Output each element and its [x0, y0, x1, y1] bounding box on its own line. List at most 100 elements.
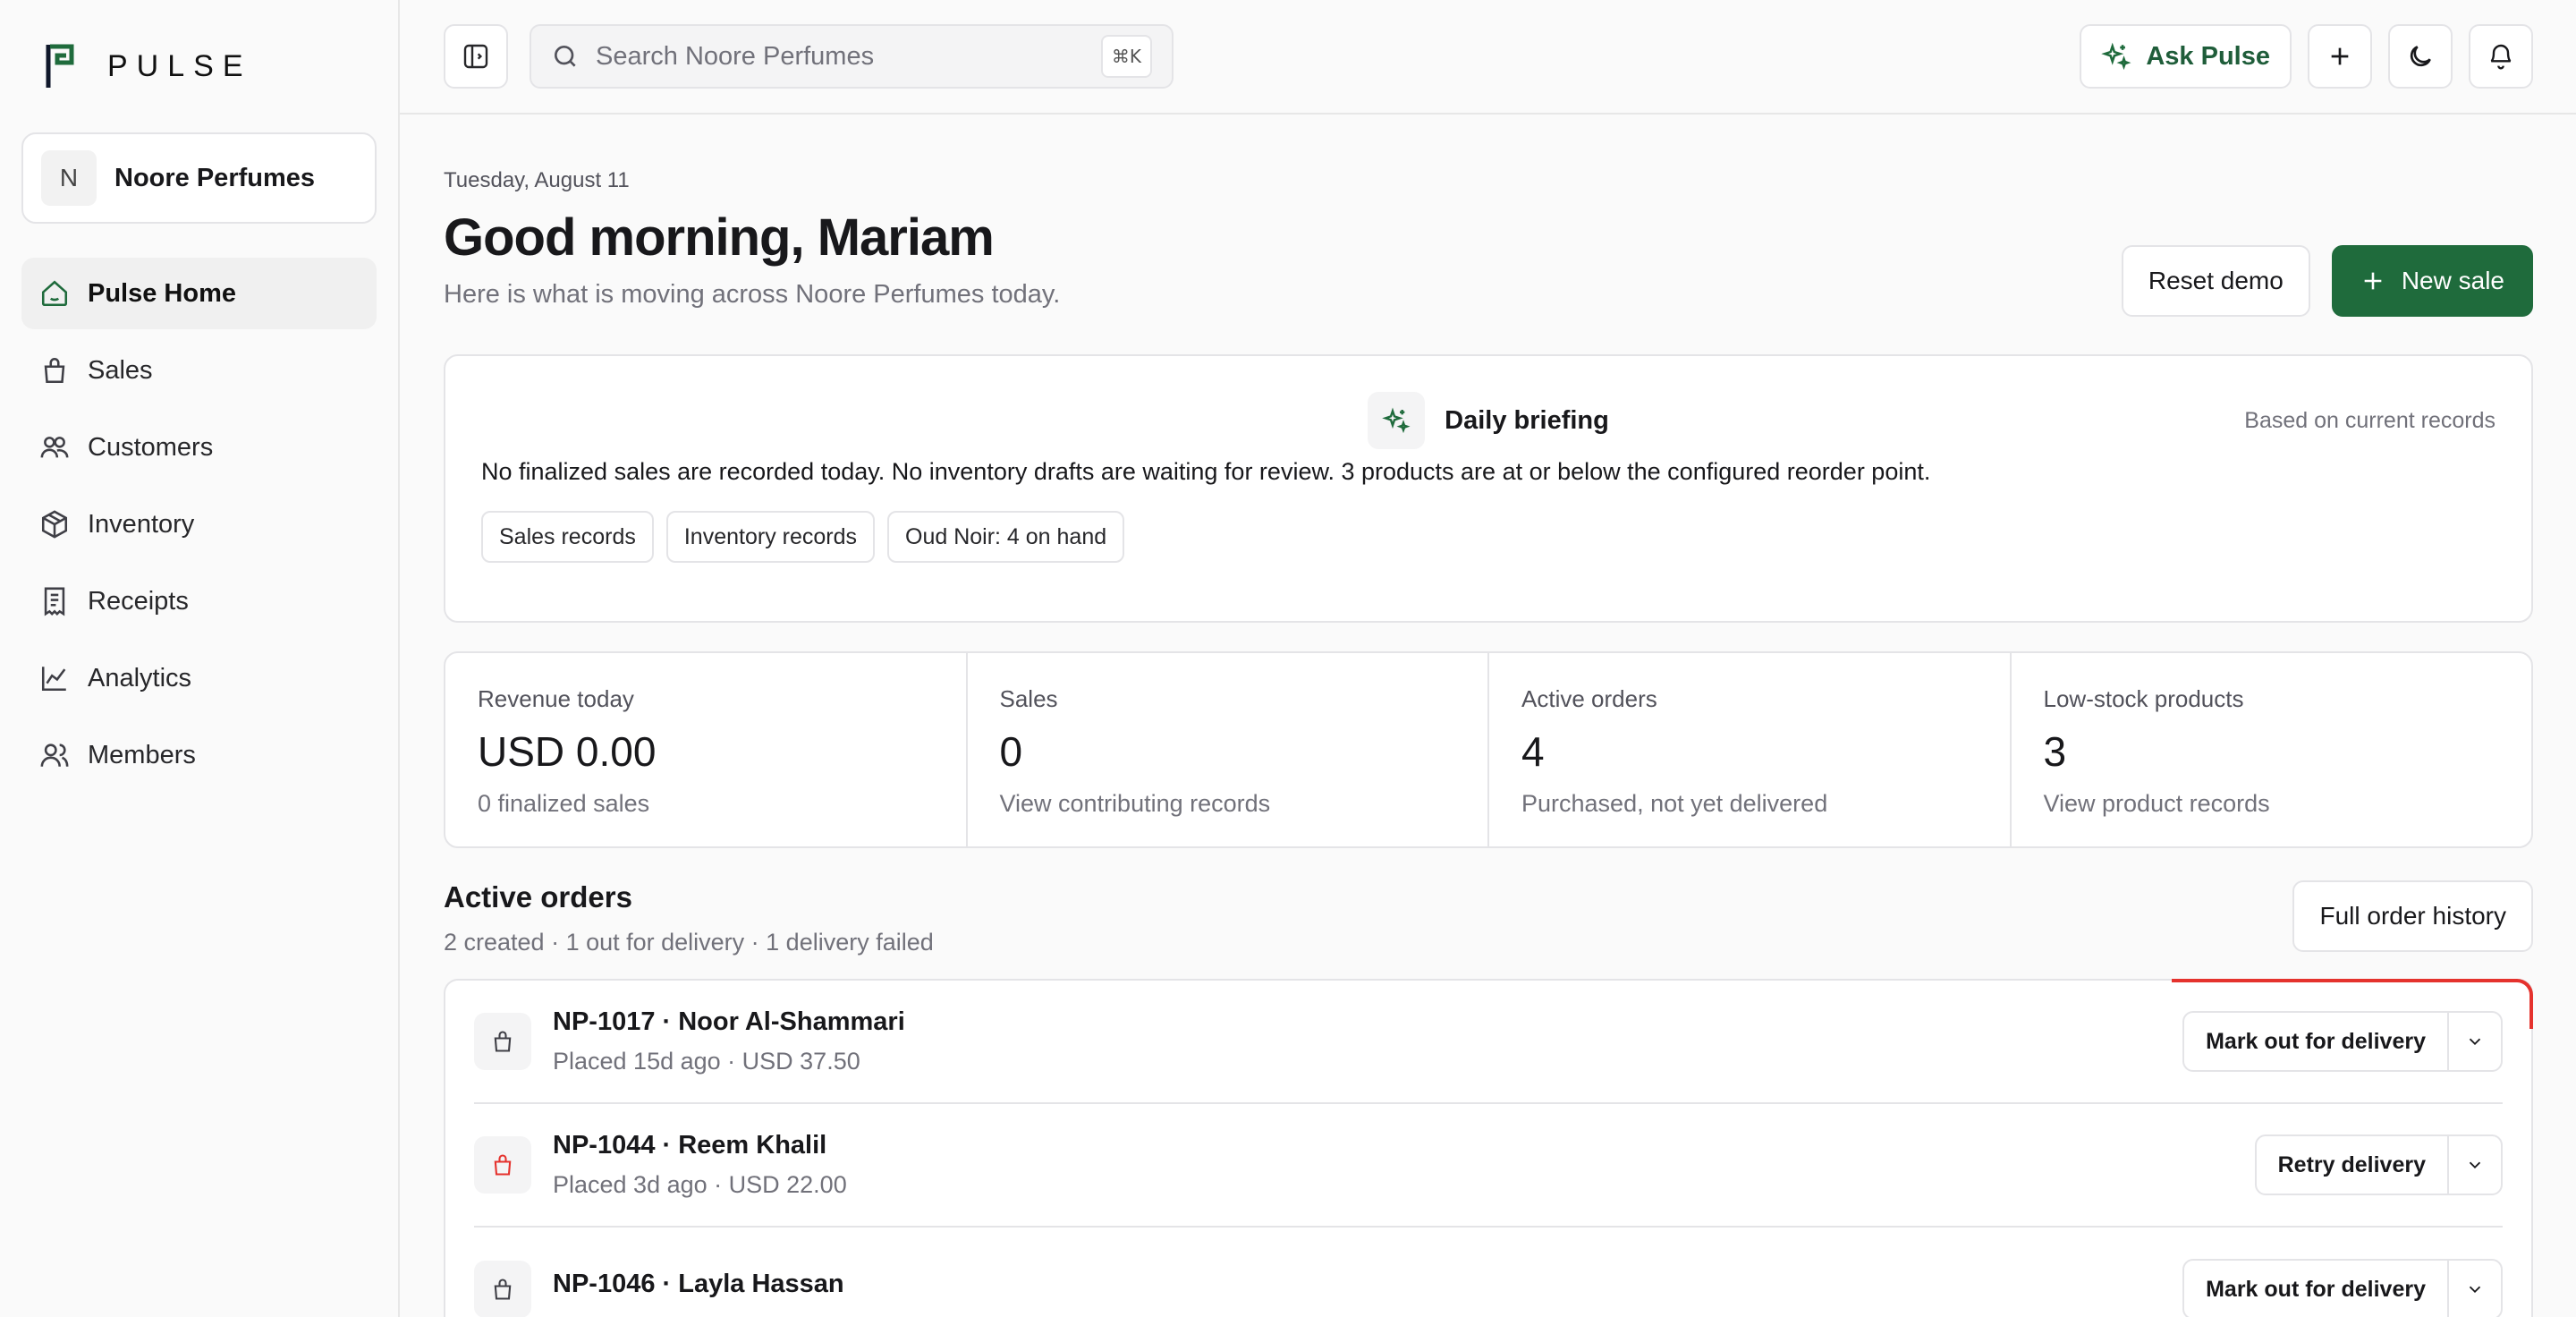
briefing-title: Daily briefing [1445, 405, 1609, 435]
chart-line-icon [39, 663, 70, 693]
mark-out-for-delivery-button[interactable]: Mark out for delivery [2184, 1261, 2449, 1317]
stat-value: 4 [1521, 728, 1545, 775]
ask-pulse-label: Ask Pulse [2146, 41, 2270, 71]
users-icon [39, 432, 70, 463]
order-action-group: Mark out for delivery [2182, 1259, 2503, 1317]
order-action-group: Retry delivery [2254, 1134, 2503, 1195]
stat-active-orders[interactable]: Active orders 4 Purchased, not yet deliv… [1489, 653, 2012, 846]
plus-icon [2364, 272, 2382, 290]
theme-toggle-button[interactable] [2388, 24, 2453, 89]
org-switcher[interactable]: N Noore Perfumes [21, 132, 377, 224]
sidebar-item-pulse-home[interactable]: Pulse Home [21, 258, 377, 329]
sparkle-icon [2101, 42, 2131, 71]
daily-briefing-card: Daily briefing Based on current records … [444, 354, 2533, 623]
members-icon [39, 740, 70, 770]
chip-sales-records[interactable]: Sales records [481, 511, 654, 563]
org-avatar: N [41, 150, 97, 206]
sparkle-icon [1368, 392, 1426, 449]
sidebar-toggle-icon [463, 44, 488, 69]
sidebar-item-label: Analytics [88, 663, 192, 692]
toggle-sidebar-button[interactable] [444, 24, 508, 89]
sidebar-item-sales[interactable]: Sales [21, 335, 377, 406]
stat-label: Revenue today [478, 685, 634, 712]
chevron-down-icon [2469, 1286, 2481, 1294]
shopping-bag-alert-icon [474, 1136, 531, 1194]
full-order-history-button[interactable]: Full order history [2292, 880, 2533, 952]
moon-icon [2410, 46, 2431, 67]
bell-icon [2490, 44, 2512, 70]
stats-row: Revenue today USD 0.00 0 finalized sales… [444, 651, 2533, 848]
order-row[interactable]: NP-1017 · Noor Al-Shammari Placed 15d ag… [474, 981, 2503, 1104]
search-icon [555, 46, 576, 67]
chevron-down-icon [2469, 1161, 2481, 1169]
order-actions-dropdown[interactable] [2449, 1013, 2501, 1070]
order-actions-dropdown[interactable] [2449, 1136, 2501, 1194]
search-shortcut: ⌘K [1100, 35, 1152, 78]
sidebar-item-label: Pulse Home [88, 278, 236, 308]
new-sale-label: New sale [2401, 267, 2504, 294]
sidebar-item-label: Inventory [88, 509, 195, 539]
stat-sub: View contributing records [999, 790, 1271, 817]
stat-sub: 0 finalized sales [478, 790, 650, 817]
retry-delivery-button[interactable]: Retry delivery [2257, 1136, 2449, 1194]
stat-revenue-today[interactable]: Revenue today USD 0.00 0 finalized sales [445, 653, 968, 846]
sidebar-item-inventory[interactable]: Inventory [21, 489, 377, 560]
briefing-note: Based on current records [2244, 408, 2496, 433]
main-content: Search Noore Perfumes ⌘K Ask Pulse Tuesd… [400, 0, 2576, 1317]
reset-demo-button[interactable]: Reset demo [2121, 245, 2310, 317]
current-date: Tuesday, August 11 [444, 168, 630, 192]
app-name: PULSE [107, 48, 252, 83]
active-orders-header: Active orders 2 created · 1 out for deli… [444, 880, 2533, 979]
stat-label: Active orders [1521, 685, 1657, 712]
pulse-logo-icon [46, 44, 74, 88]
chevron-down-icon [2469, 1038, 2481, 1046]
search-placeholder: Search Noore Perfumes [596, 41, 875, 71]
app-logo[interactable]: PULSE [21, 0, 377, 132]
stat-value: 0 [999, 728, 1023, 775]
order-title: NP-1017 · Noor Al-Shammari [553, 1007, 905, 1036]
mark-out-for-delivery-button[interactable]: Mark out for delivery [2184, 1013, 2449, 1070]
stat-sub: View product records [2043, 790, 2270, 817]
briefing-text: No finalized sales are recorded today. N… [481, 458, 1931, 485]
ask-pulse-button[interactable]: Ask Pulse [2080, 24, 2292, 89]
home-icon [39, 278, 70, 309]
sidebar-item-analytics[interactable]: Analytics [21, 642, 377, 714]
chip-inventory-records[interactable]: Inventory records [665, 511, 875, 563]
package-icon [39, 509, 70, 540]
sidebar-item-receipts[interactable]: Receipts [21, 565, 377, 637]
sidebar-item-members[interactable]: Members [21, 719, 377, 791]
order-row[interactable]: NP-1044 · Reem Khalil Placed 3d ago · US… [474, 1104, 2503, 1228]
order-actions-dropdown[interactable] [2449, 1261, 2501, 1317]
sidebar-item-label: Customers [88, 432, 214, 462]
order-action-group: Mark out for delivery [2182, 1011, 2503, 1072]
shopping-bag-icon [474, 1261, 531, 1317]
chip-low-stock-product[interactable]: Oud Noir: 4 on hand [887, 511, 1125, 563]
plus-icon [2331, 47, 2349, 65]
search-input[interactable]: Search Noore Perfumes ⌘K [530, 24, 1174, 89]
order-row[interactable]: NP-1046 · Layla Hassan Mark out for deli… [474, 1228, 2503, 1317]
org-name: Noore Perfumes [114, 163, 316, 192]
active-orders-title: Active orders [444, 880, 632, 913]
receipt-icon [39, 586, 70, 616]
new-sale-button[interactable]: New sale [2331, 245, 2533, 317]
sidebar-item-customers[interactable]: Customers [21, 412, 377, 483]
sidebar-item-label: Sales [88, 355, 153, 385]
stat-value: 3 [2043, 728, 2067, 775]
stat-sales[interactable]: Sales 0 View contributing records [968, 653, 1489, 846]
order-meta: Placed 3d ago · USD 22.00 [553, 1171, 847, 1198]
stat-sub: Purchased, not yet delivered [1521, 790, 1828, 817]
notifications-button[interactable] [2469, 24, 2533, 89]
sidebar-nav: Pulse Home Sales Customers Inventory Rec… [21, 258, 377, 791]
stat-label: Sales [999, 685, 1058, 712]
sidebar-item-label: Receipts [88, 586, 189, 616]
add-button[interactable] [2308, 24, 2372, 89]
sidebar: PULSE N Noore Perfumes Pulse Home Sales [0, 0, 400, 1317]
top-bar: Search Noore Perfumes ⌘K Ask Pulse [400, 0, 2576, 115]
order-title: NP-1046 · Layla Hassan [553, 1269, 844, 1298]
active-orders-summary: 2 created · 1 out for delivery · 1 deliv… [444, 929, 934, 956]
stat-low-stock-products[interactable]: Low-stock products 3 View product record… [2012, 653, 2532, 846]
shopping-bag-icon [39, 355, 70, 386]
order-meta: Placed 15d ago · USD 37.50 [553, 1048, 860, 1075]
shopping-bag-icon [474, 1013, 531, 1070]
stat-value: USD 0.00 [478, 728, 657, 775]
